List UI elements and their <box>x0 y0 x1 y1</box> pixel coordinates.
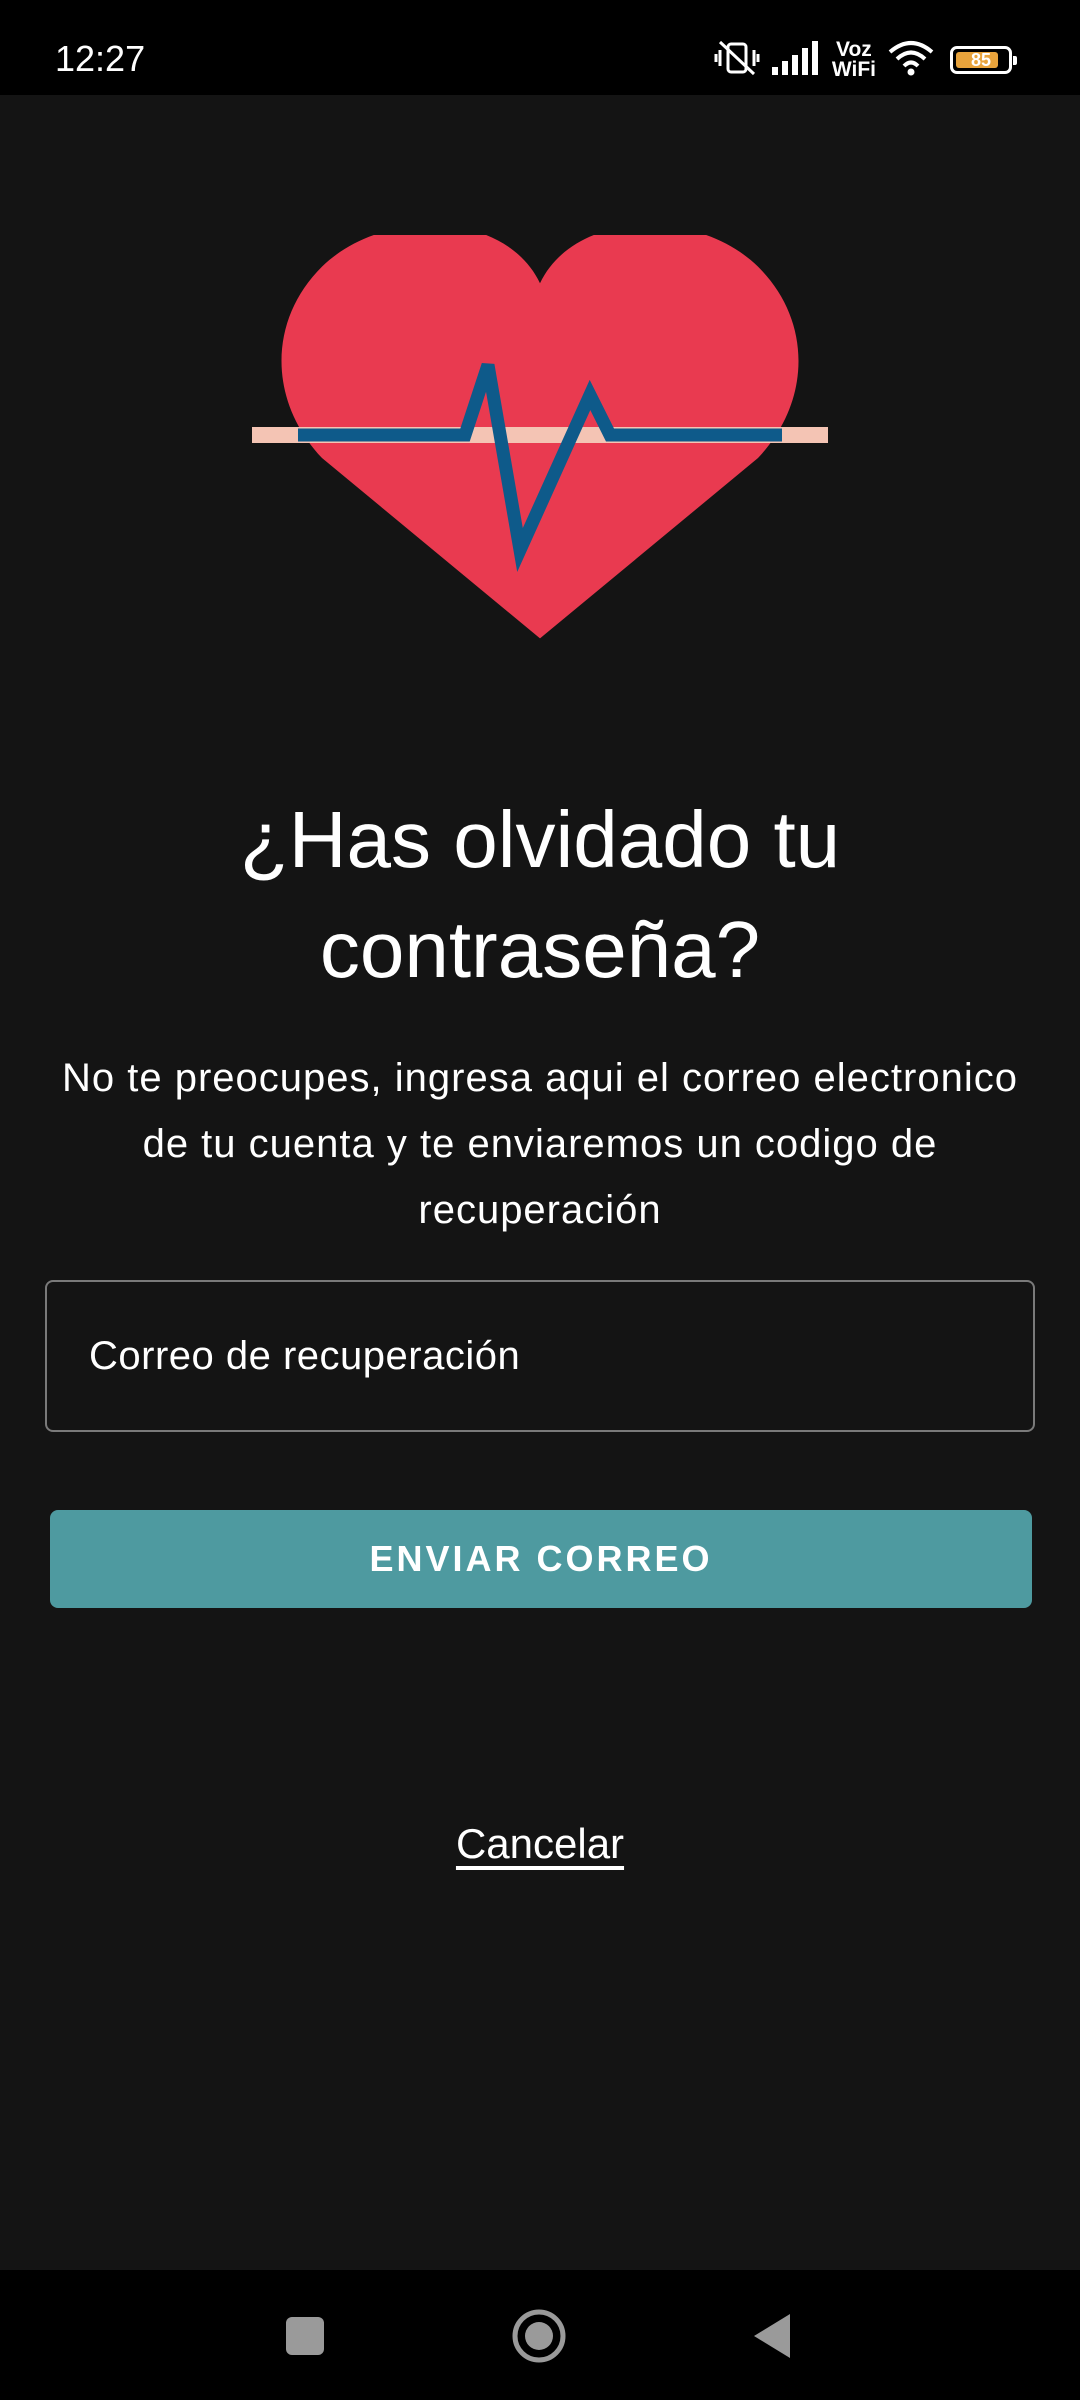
status-icons: Voz WiFi 85 <box>714 38 1017 83</box>
vibrate-off-icon <box>714 38 760 83</box>
heart-pulse-icon <box>250 225 830 675</box>
recovery-email-placeholder: Correo de recuperación <box>89 1333 521 1378</box>
battery-level: 85 <box>970 50 992 70</box>
cell-signal-icon <box>771 40 820 80</box>
cancel-link[interactable]: Cancelar <box>340 1820 740 1868</box>
send-email-button[interactable]: ENVIAR CORREO <box>50 1510 1032 1608</box>
navigation-bar <box>0 2270 1080 2400</box>
back-icon[interactable] <box>752 2312 792 2360</box>
page-title: ¿Has olvidado tu contraseña? <box>239 795 841 994</box>
voz-wifi-label: Voz WiFi <box>831 38 876 81</box>
recent-apps-icon[interactable] <box>286 2317 324 2355</box>
battery-cap <box>1013 56 1017 65</box>
home-icon[interactable] <box>511 2308 567 2364</box>
battery-icon: 85 <box>950 46 1017 74</box>
status-bar: 12:27 Voz WiFi 85 <box>0 0 1080 95</box>
wifi-icon <box>888 40 934 81</box>
recovery-email-field[interactable]: Correo de recuperación <box>45 1280 1035 1432</box>
status-time: 12:27 <box>55 38 146 79</box>
page-description: No te preocupes, ingresa aqui el correo … <box>62 1056 1018 1232</box>
forgot-password-screen: ¿Has olvidado tu contraseña? No te preoc… <box>0 95 1080 2270</box>
